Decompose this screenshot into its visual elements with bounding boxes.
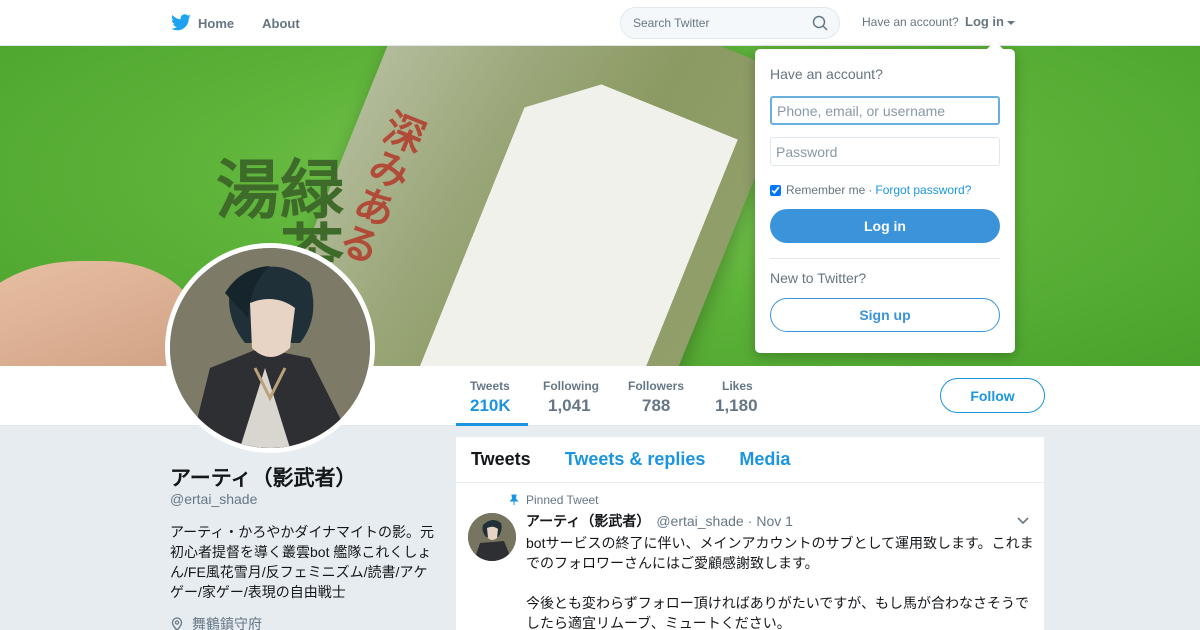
stat-value: 1,041 bbox=[548, 396, 591, 415]
tweet-author-handle[interactable]: @ertai_shade bbox=[656, 513, 743, 529]
stat-value: 210K bbox=[470, 396, 511, 415]
new-to-twitter-text: New to Twitter? bbox=[770, 270, 867, 286]
tweet-dot: · bbox=[747, 513, 753, 529]
timeline-tabs: Tweets Tweets & replies Media bbox=[456, 437, 1044, 483]
login-dropdown: Have an account? Remember me · Forgot pa… bbox=[755, 41, 1015, 353]
tweet-text: botサービスの終了に伴い、メインアカウントのサブとして運用致します。これまでの… bbox=[526, 535, 1034, 630]
timeline: Tweets Tweets & replies Media Pinned Twe… bbox=[456, 437, 1044, 630]
search-icon[interactable] bbox=[812, 15, 828, 31]
login-toggle[interactable]: Log in bbox=[965, 14, 1015, 29]
remember-separator: · bbox=[868, 183, 873, 197]
login-toggle-label: Log in bbox=[965, 14, 1004, 29]
tweet-header: アーティ（影武者） @ertai_shade · Nov 1 bbox=[526, 511, 1030, 531]
tweet-avatar[interactable] bbox=[468, 513, 516, 561]
pinned-tweet-context: Pinned Tweet bbox=[509, 493, 1030, 507]
stat-label: Likes bbox=[722, 379, 753, 393]
caret-down-icon bbox=[1007, 20, 1015, 25]
username-field[interactable] bbox=[770, 96, 1000, 125]
location-icon bbox=[171, 617, 183, 630]
pinned-tweet[interactable]: Pinned Tweet アーティ（影武者） @ertai_shade · No… bbox=[456, 483, 1044, 630]
have-account-text: Have an account? bbox=[862, 15, 959, 29]
profile-handle[interactable]: @ertai_shade bbox=[170, 491, 257, 507]
forgot-password-link[interactable]: Forgot password? bbox=[875, 183, 971, 197]
stat-likes[interactable]: Likes 1,180 bbox=[715, 366, 775, 426]
pin-icon bbox=[509, 494, 519, 505]
nav-home-link[interactable]: Home bbox=[198, 16, 234, 31]
chevron-down-icon[interactable] bbox=[1016, 513, 1030, 527]
avatar-illustration bbox=[170, 248, 370, 448]
remember-label[interactable]: Remember me bbox=[786, 183, 865, 197]
dropdown-divider bbox=[770, 258, 1000, 259]
tab-tweets[interactable]: Tweets bbox=[471, 449, 531, 470]
stat-following[interactable]: Following 1,041 bbox=[543, 366, 613, 426]
tab-media[interactable]: Media bbox=[739, 449, 790, 470]
dropdown-title: Have an account? bbox=[770, 66, 883, 82]
login-button[interactable]: Log in bbox=[770, 209, 1000, 243]
tweet-avatar-illustration bbox=[468, 513, 516, 561]
profile-location: 舞鶴鎮守府 bbox=[170, 614, 262, 630]
stat-label: Following bbox=[543, 379, 599, 393]
search-input[interactable]: Search Twitter bbox=[620, 7, 840, 39]
pinned-label: Pinned Tweet bbox=[526, 493, 599, 507]
remember-row: Remember me · Forgot password? bbox=[770, 183, 1000, 197]
stat-label: Tweets bbox=[470, 379, 510, 393]
stat-value: 1,180 bbox=[715, 396, 758, 415]
stat-tweets[interactable]: Tweets 210K bbox=[456, 366, 528, 426]
signup-button[interactable]: Sign up bbox=[770, 298, 1000, 332]
top-nav: Home About Search Twitter Have an accoun… bbox=[0, 0, 1200, 46]
location-text: 舞鶴鎮守府 bbox=[192, 616, 262, 630]
profile-name: アーティ（影武者） bbox=[170, 467, 357, 490]
profile-bio: アーティ・かろやかダイナマイトの影。元初心者提督を導く叢雲bot 艦隊これくしょ… bbox=[170, 524, 435, 600]
tab-tweets-replies[interactable]: Tweets & replies bbox=[565, 449, 706, 470]
profile-avatar-frame bbox=[165, 243, 375, 453]
stat-value: 788 bbox=[642, 396, 671, 415]
tweet-author-name[interactable]: アーティ（影武者） bbox=[526, 511, 650, 531]
password-field[interactable] bbox=[770, 137, 1000, 166]
follow-button[interactable]: Follow bbox=[940, 378, 1045, 413]
nav-about-link[interactable]: About bbox=[262, 16, 300, 31]
stat-followers[interactable]: Followers 788 bbox=[628, 366, 698, 426]
nav-left: Home About bbox=[170, 0, 327, 46]
avatar[interactable] bbox=[170, 248, 370, 448]
twitter-bird-icon[interactable] bbox=[170, 14, 192, 32]
remember-checkbox[interactable] bbox=[770, 184, 781, 196]
tweet-date[interactable]: Nov 1 bbox=[756, 513, 793, 529]
stat-label: Followers bbox=[628, 379, 685, 393]
banner-packet-label bbox=[386, 61, 738, 366]
